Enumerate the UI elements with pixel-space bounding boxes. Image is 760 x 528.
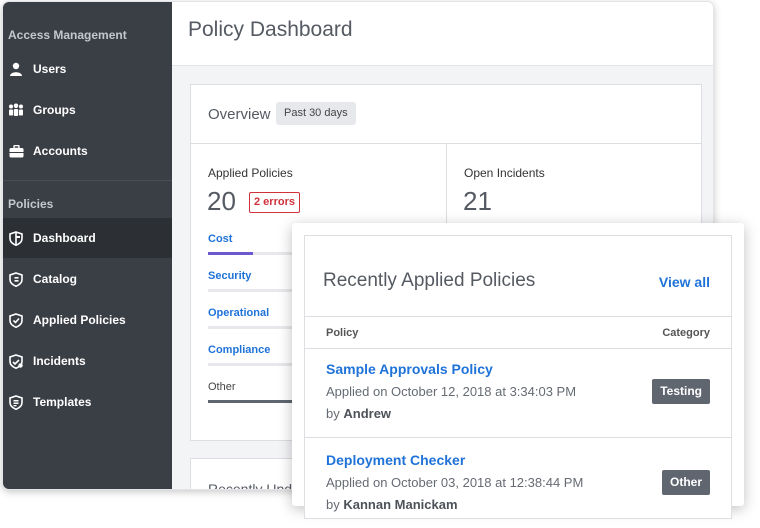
date-range-badge[interactable]: Past 30 days [276, 102, 356, 125]
applied-date: Applied on October 12, 2018 at 3:34:03 P… [326, 384, 577, 399]
applied-by: by Kannan Manickam [326, 497, 458, 512]
page-header: Policy Dashboard [172, 2, 713, 66]
sidebar-item-label: Incidents [33, 354, 86, 368]
table-row: Deployment Checker Applied on October 03… [305, 438, 731, 528]
overview-title: Overview [208, 106, 271, 123]
sidebar-item-label: Accounts [33, 144, 88, 158]
applied-by: by Andrew [326, 406, 391, 421]
sidebar-item-incidents[interactable]: Incidents [3, 341, 172, 381]
briefcase-icon [8, 143, 24, 159]
category-cost-link[interactable]: Cost [208, 233, 232, 245]
category-tag: Testing [652, 379, 710, 404]
recent-policies-card: Recently Applied Policies View all Polic… [304, 235, 732, 519]
category-security-link[interactable]: Security [208, 270, 251, 282]
applied-policies-label: Applied Policies [208, 166, 293, 180]
category-tag: Other [661, 470, 710, 495]
sidebar-item-users[interactable]: Users [3, 49, 172, 89]
sidebar-item-applied-policies[interactable]: Applied Policies [3, 300, 172, 340]
open-incidents-label: Open Incidents [464, 166, 545, 180]
shield-dashboard-icon [8, 230, 24, 246]
sidebar-item-label: Templates [33, 395, 92, 409]
applied-by-user: Andrew [343, 406, 392, 421]
shield-template-icon [8, 394, 24, 410]
recent-policies-title: Recently Applied Policies [323, 270, 536, 291]
open-incidents-count: 21 [463, 186, 492, 216]
table-header: Policy Category [305, 316, 731, 349]
table-row: Sample Approvals Policy Applied on Octob… [305, 347, 731, 438]
sidebar-section-access: Access Management [8, 28, 127, 42]
page-title: Policy Dashboard [188, 18, 353, 41]
sidebar-item-label: Catalog [33, 272, 78, 286]
applied-policies-count: 20 [207, 186, 236, 216]
policy-name-link[interactable]: Deployment Checker [326, 452, 465, 468]
category-bar-fill [208, 252, 253, 255]
column-header-category: Category [662, 327, 710, 339]
shield-alert-icon [8, 353, 24, 369]
policy-name-link[interactable]: Sample Approvals Policy [326, 361, 493, 377]
sidebar-item-label: Groups [33, 103, 76, 117]
shield-catalog-icon [8, 271, 24, 287]
sidebar: Access Management Users Groups Accounts … [3, 2, 172, 489]
sidebar-divider [3, 180, 172, 181]
by-prefix: by [326, 406, 340, 421]
shield-check-icon [8, 312, 24, 328]
sidebar-item-accounts[interactable]: Accounts [3, 131, 172, 171]
errors-badge[interactable]: 2 errors [249, 192, 300, 213]
category-compliance-link[interactable]: Compliance [208, 344, 270, 356]
overview-header: Overview Past 30 days [191, 85, 701, 144]
column-header-policy: Policy [326, 327, 359, 339]
view-all-link[interactable]: View all [659, 274, 710, 290]
sidebar-item-label: Dashboard [33, 231, 96, 245]
applied-date: Applied on October 03, 2018 at 12:38:44 … [326, 475, 584, 490]
sidebar-item-templates[interactable]: Templates [3, 382, 172, 422]
sidebar-item-groups[interactable]: Groups [3, 90, 172, 130]
sidebar-item-label: Applied Policies [33, 313, 126, 327]
recent-policies-popup: Recently Applied Policies View all Polic… [292, 223, 744, 519]
category-other-label: Other [208, 381, 236, 393]
category-operational-link[interactable]: Operational [208, 307, 269, 319]
groups-icon [8, 102, 24, 118]
sidebar-section-policies: Policies [8, 197, 54, 211]
recently-updated-title: Recently Upd [208, 481, 293, 490]
sidebar-item-catalog[interactable]: Catalog [3, 259, 172, 299]
applied-by-user: Kannan Manickam [343, 497, 458, 512]
sidebar-item-label: Users [33, 62, 67, 76]
sidebar-item-dashboard[interactable]: Dashboard [3, 218, 172, 258]
user-icon [8, 61, 24, 77]
by-prefix: by [326, 497, 340, 512]
